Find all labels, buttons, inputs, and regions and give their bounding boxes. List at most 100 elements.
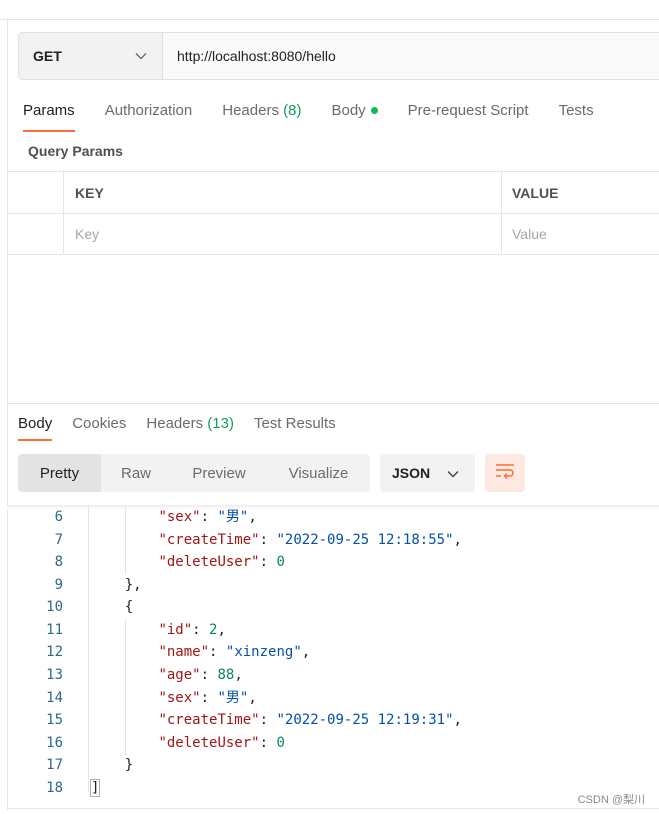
code-line: 17 } [7, 754, 647, 776]
code-line: 6 "sex": "男", [7, 506, 647, 528]
json-punctuation: } [124, 757, 134, 773]
line-number: 11 [46, 622, 63, 638]
tab-test-results[interactable]: Test Results [254, 413, 336, 441]
tab-body-label: Body [331, 102, 366, 119]
code-line: 7 "createTime": "2022-09-25 12:18:55", [7, 529, 647, 551]
tab-params[interactable]: Params [23, 100, 75, 132]
tab-headers-label: Headers [222, 102, 279, 119]
params-row-checkbox[interactable] [7, 214, 64, 254]
response-code-viewer[interactable]: 6 "sex": "男", 7 "createTime": "2022-09-2… [7, 506, 659, 806]
code-line: 15 "createTime": "2022-09-25 12:19:31", [7, 709, 647, 731]
code-line: 10 { [7, 596, 647, 618]
code-line: 18] [7, 777, 647, 799]
query-params-title: Query Params [28, 143, 123, 159]
tab-authorization-label: Authorization [104, 102, 193, 119]
line-number: 10 [46, 599, 63, 615]
tab-pre-request-script[interactable]: Pre-request Script [408, 100, 529, 132]
chevron-down-icon [134, 49, 148, 63]
json-key: createTime [166, 532, 252, 548]
value-column-header: VALUE [512, 184, 559, 201]
method-select[interactable]: GET [19, 33, 163, 79]
code-line: 14 "sex": "男", [7, 687, 647, 709]
line-number: 18 [46, 780, 63, 796]
tab-response-headers-label: Headers [146, 415, 204, 432]
json-punctuation: }, [124, 577, 142, 593]
response-tabs: Body Cookies Headers (13) Test Results [18, 413, 356, 441]
code-text: } [91, 754, 133, 776]
tab-response-body[interactable]: Body [18, 413, 53, 441]
code-text: { [91, 596, 133, 618]
json-number: 0 [276, 735, 285, 751]
line-number: 15 [46, 712, 63, 728]
code-text: "age": 88, [158, 667, 243, 683]
view-mode-switch: Pretty Raw Preview Visualize [18, 454, 370, 492]
tab-response-headers[interactable]: Headers (13) [146, 413, 234, 441]
code-text: "createTime": "2022-09-25 12:18:55", [158, 532, 462, 548]
json-key: id [166, 622, 184, 638]
json-punctuation: { [124, 599, 134, 615]
params-checkbox-column [7, 172, 64, 213]
line-number: 12 [46, 644, 63, 660]
tab-tests-label: Tests [558, 102, 594, 119]
watermark: CSDN @梨川 [577, 794, 645, 806]
request-url-bar: GET http://localhost:8080/hello [18, 32, 659, 80]
json-key: name [166, 644, 201, 660]
code-text: "sex": "男", [158, 509, 257, 525]
line-number: 16 [46, 735, 63, 751]
json-key: deleteUser [166, 554, 252, 570]
code-line: 16 "deleteUser": 0 [7, 732, 647, 754]
view-raw-button[interactable]: Raw [101, 454, 171, 492]
tab-params-label: Params [23, 102, 75, 119]
wrap-lines-icon [495, 463, 515, 484]
param-key-input[interactable]: Key [64, 214, 502, 254]
tab-response-body-label: Body [18, 415, 53, 432]
view-preview-button[interactable]: Preview [171, 454, 267, 492]
tab-authorization[interactable]: Authorization [105, 100, 193, 132]
code-line: 12 "name": "xinzeng", [7, 641, 647, 663]
json-string: 2022-09-25 12:18:55 [284, 532, 446, 548]
body-status-dot-icon [370, 106, 378, 114]
line-number: 7 [54, 532, 63, 548]
param-value-input[interactable]: Value [502, 214, 659, 254]
response-headers-count-badge: (13) [207, 415, 234, 432]
json-key: createTime [166, 712, 252, 728]
json-punctuation: ] [89, 779, 101, 797]
tab-cookies[interactable]: Cookies [72, 413, 126, 441]
json-string: 男 [225, 509, 240, 525]
tab-tests[interactable]: Tests [559, 100, 594, 132]
json-string: 男 [225, 690, 240, 706]
code-text: "deleteUser": 0 [158, 554, 285, 570]
code-text: "name": "xinzeng", [158, 644, 311, 660]
method-label: GET [33, 48, 62, 64]
tab-headers[interactable]: Headers (8) [222, 100, 301, 132]
query-params-table: KEY VALUE Key Value [7, 171, 659, 255]
code-text: "id": 2, [158, 622, 226, 638]
code-line: 11 "id": 2, [7, 619, 647, 641]
code-text: "deleteUser": 0 [158, 735, 285, 751]
json-number: 0 [276, 554, 285, 570]
code-text: }, [91, 574, 142, 596]
headers-count-badge: (8) [283, 102, 302, 119]
tab-test-results-label: Test Results [253, 415, 336, 432]
code-text: "createTime": "2022-09-25 12:19:31", [158, 712, 462, 728]
code-line: 8 "deleteUser": 0 [7, 551, 647, 573]
url-input[interactable]: http://localhost:8080/hello [163, 33, 659, 79]
pane-divider[interactable] [7, 403, 659, 404]
line-number: 13 [46, 667, 63, 683]
line-number: 17 [46, 757, 63, 773]
view-visualize-button[interactable]: Visualize [267, 454, 370, 492]
code-text: ] [89, 777, 101, 799]
tab-pre-request-label: Pre-request Script [407, 102, 529, 119]
code-text: "sex": "男", [158, 690, 257, 706]
wrap-lines-button[interactable] [485, 454, 525, 492]
json-number: 88 [217, 667, 235, 683]
key-column-header: KEY [64, 172, 502, 213]
format-select[interactable]: JSON [380, 454, 475, 492]
line-number: 14 [46, 690, 63, 706]
json-key: age [166, 667, 193, 683]
view-pretty-button[interactable]: Pretty [18, 454, 101, 492]
tab-body[interactable]: Body [331, 100, 378, 132]
json-key: deleteUser [166, 735, 252, 751]
line-number: 6 [54, 509, 63, 525]
code-line: 13 "age": 88, [7, 664, 647, 686]
